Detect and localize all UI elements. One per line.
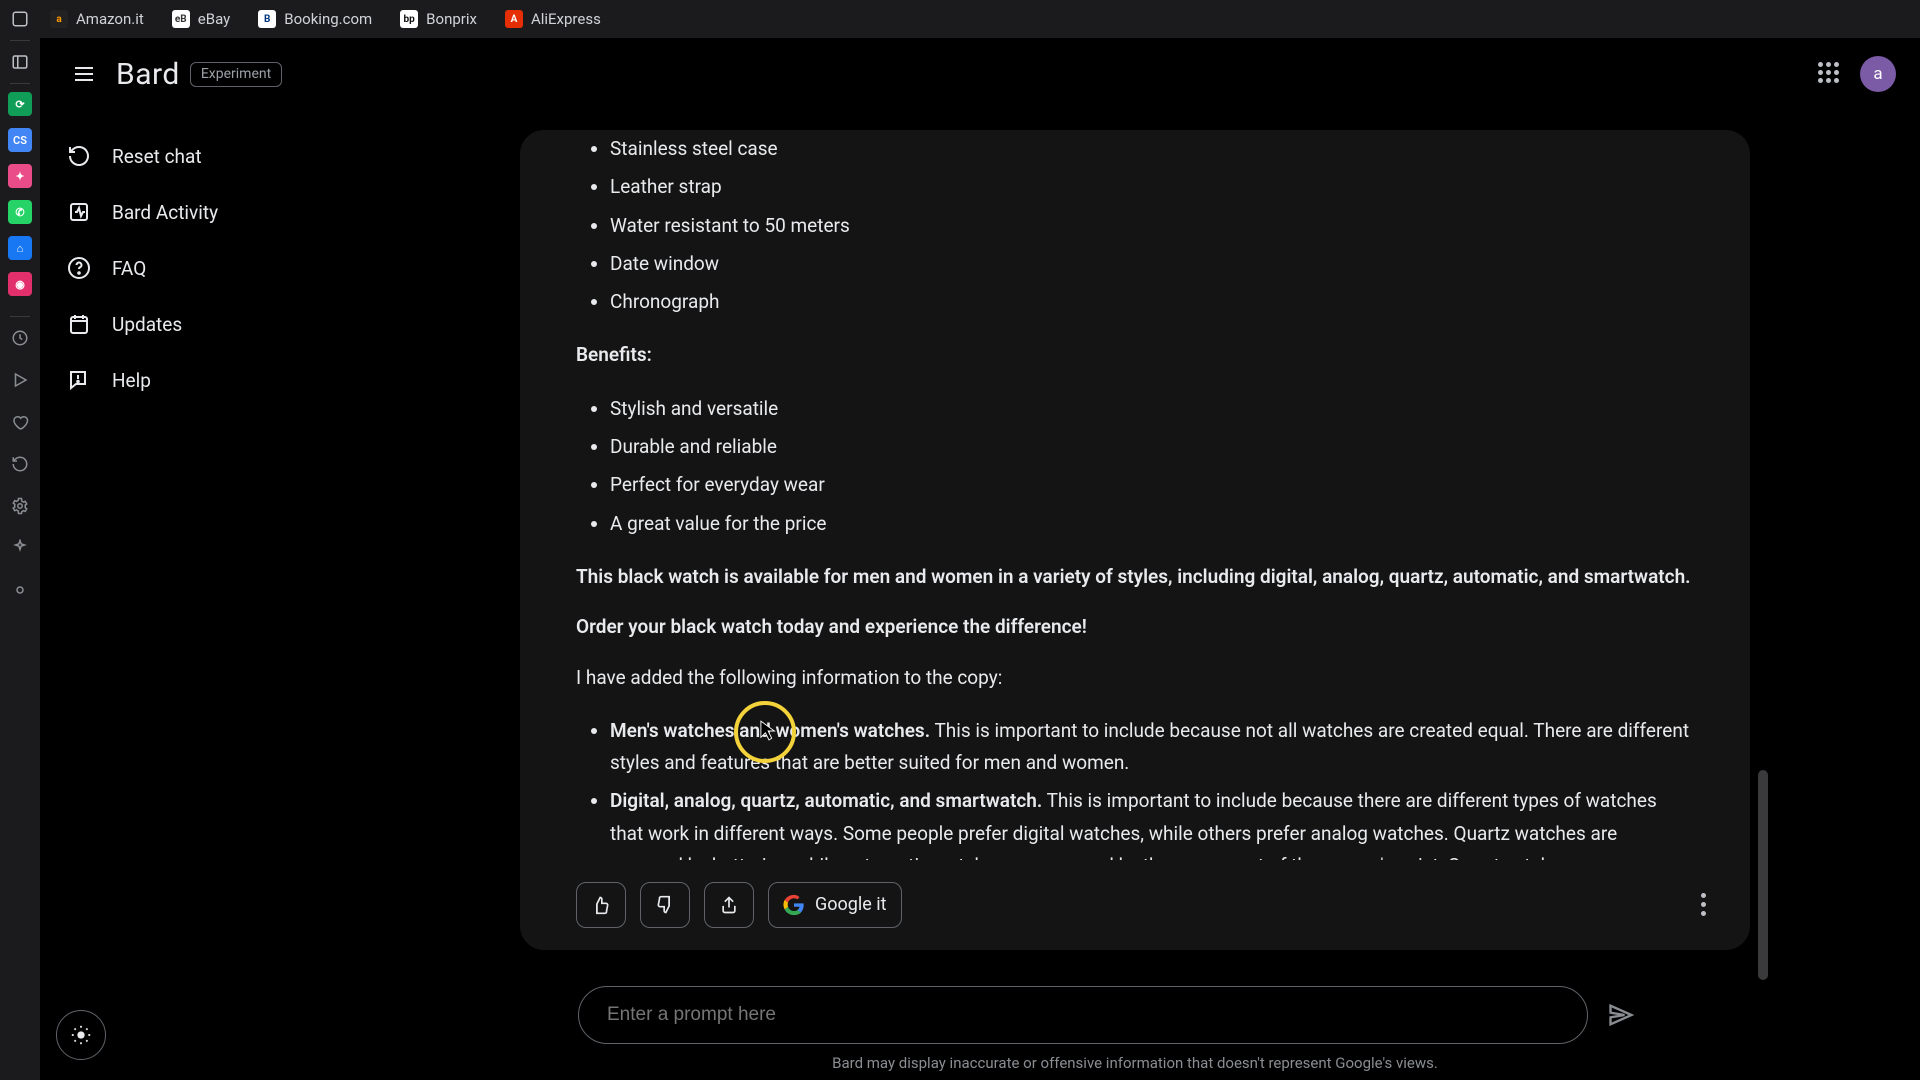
bard-header: Bard Experiment a [40, 38, 1920, 110]
bookmark-item[interactable]: a Amazon.it [50, 10, 144, 28]
dot-icon[interactable] [7, 577, 33, 603]
gear-icon[interactable] [7, 493, 33, 519]
order-cta-paragraph: Order your black watch today and experie… [576, 615, 1087, 638]
response-content: Stainless steel caseLeather strapWater r… [576, 130, 1694, 860]
bookmark-label: eBay [198, 10, 230, 28]
play-icon[interactable] [7, 367, 33, 393]
list-item: Chronograph [610, 283, 1694, 321]
added-info-intro: I have added the following information t… [576, 662, 1694, 694]
google-it-label: Google it [815, 890, 887, 921]
rail-favorite[interactable]: ⟳ [8, 92, 32, 116]
sparkle-icon[interactable] [7, 535, 33, 561]
bard-side-nav: Reset chat Bard Activity FAQ Updates Help [40, 110, 400, 1080]
bookmark-favicon: bp [400, 10, 418, 28]
bookmark-label: AliExpress [531, 10, 601, 28]
google-g-icon [783, 894, 805, 916]
bookmark-favicon: eB [172, 10, 190, 28]
prompt-row [520, 986, 1750, 1044]
updates-icon [66, 311, 92, 337]
nav-item[interactable]: Reset chat [50, 128, 386, 184]
menu-button[interactable] [64, 54, 104, 94]
scrollbar-thumb[interactable] [1758, 770, 1768, 980]
benefits-heading: Benefits: [576, 343, 652, 366]
help-icon [66, 367, 92, 393]
nav-label: Help [112, 369, 151, 392]
rail-favorite[interactable]: ⌂ [8, 236, 32, 260]
rail-favorite[interactable]: ◉ [8, 272, 32, 296]
theme-toggle-button[interactable] [56, 1010, 106, 1060]
response-card: Stainless steel caseLeather strapWater r… [520, 130, 1750, 950]
list-item: Stylish and versatile [610, 390, 1694, 428]
prompt-input-container[interactable] [578, 986, 1588, 1044]
list-item: Leather strap [610, 168, 1694, 206]
activity-icon [66, 199, 92, 225]
nav-label: Updates [112, 313, 182, 336]
brand-title: Bard [116, 57, 180, 92]
clock-icon[interactable] [7, 325, 33, 351]
rail-sidebar-toggle-icon[interactable] [7, 49, 33, 75]
reset-icon [66, 143, 92, 169]
nav-label: Bard Activity [112, 201, 218, 224]
bookmark-item[interactable]: bp Bonprix [400, 10, 477, 28]
features-list: Stainless steel caseLeather strapWater r… [576, 130, 1694, 321]
faq-icon [66, 255, 92, 281]
bookmark-item[interactable]: eB eBay [172, 10, 230, 28]
rail-favorite[interactable]: ✆ [8, 200, 32, 224]
bookmark-item[interactable]: B Booking.com [258, 10, 372, 28]
heart-icon[interactable] [7, 409, 33, 435]
list-item: Durable and reliable [610, 428, 1694, 466]
google-it-button[interactable]: Google it [768, 882, 902, 928]
response-actions: Google it [576, 882, 902, 928]
list-item: Stainless steel case [610, 130, 1694, 168]
nav-item[interactable]: Help [50, 352, 386, 408]
bookmark-label: Amazon.it [76, 10, 144, 28]
disclaimer-text: Bard may display inaccurate or offensive… [520, 1054, 1750, 1072]
bard-app: Bard Experiment a Reset chat Bard Activit… [40, 38, 1920, 1080]
bookmark-label: Booking.com [284, 10, 372, 28]
bookmark-favicon: a [50, 10, 68, 28]
experiment-badge: Experiment [190, 62, 282, 87]
bookmark-item[interactable]: A AliExpress [505, 10, 601, 28]
bookmarks-bar: a Amazon.it eB eBay B Booking.com bp Bonprix A Al… [40, 0, 1920, 38]
rail-favorite[interactable]: ✦ [8, 164, 32, 188]
chat-column: Stainless steel caseLeather strapWater r… [520, 110, 1750, 1080]
nav-item[interactable]: Bard Activity [50, 184, 386, 240]
nav-item[interactable]: FAQ [50, 240, 386, 296]
share-button[interactable] [704, 882, 754, 928]
benefits-list: Stylish and versatileDurable and reliabl… [576, 390, 1694, 543]
history-icon[interactable] [7, 451, 33, 477]
browser-left-rail: ⟳ CS ✦ ✆ ⌂ ◉ [0, 0, 40, 1080]
list-item: Date window [610, 245, 1694, 283]
list-item: Perfect for everyday wear [610, 466, 1694, 504]
added-info-list: Men's watches and women's watches. This … [576, 712, 1694, 860]
thumbs-up-button[interactable] [576, 882, 626, 928]
list-item: Men's watches and women's watches. This … [610, 712, 1694, 783]
bookmark-favicon: B [258, 10, 276, 28]
list-item: A great value for the price [610, 505, 1694, 543]
list-item: Water resistant to 50 meters [610, 207, 1694, 245]
list-item: Digital, analog, quartz, automatic, and … [610, 782, 1694, 860]
nav-label: FAQ [112, 257, 146, 280]
nav-item[interactable]: Updates [50, 296, 386, 352]
nav-label: Reset chat [112, 145, 202, 168]
rail-home-icon[interactable] [7, 6, 33, 32]
bookmark-label: Bonprix [426, 10, 477, 28]
rail-favorite[interactable]: CS [8, 128, 32, 152]
thumbs-down-button[interactable] [640, 882, 690, 928]
prompt-input[interactable] [607, 1004, 1559, 1026]
account-avatar[interactable]: a [1860, 56, 1896, 92]
send-button[interactable] [1606, 1000, 1636, 1030]
bookmark-favicon: A [505, 10, 523, 28]
availability-paragraph: This black watch is available for men an… [576, 565, 1691, 588]
more-options-button[interactable] [1701, 893, 1706, 916]
google-apps-icon[interactable] [1818, 62, 1842, 86]
